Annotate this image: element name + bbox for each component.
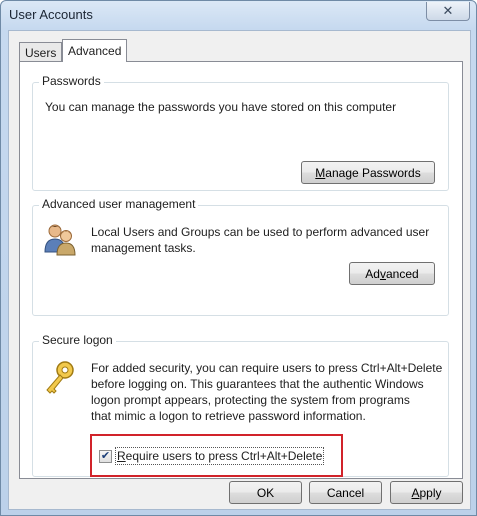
manage-passwords-mnemonic: M <box>315 165 326 180</box>
secure-logon-line-2: before logging on. This guarantees that … <box>91 377 424 391</box>
key-icon <box>43 360 77 394</box>
users-group-icon <box>43 222 77 256</box>
ok-button-label: OK <box>256 485 275 500</box>
cancel-button[interactable]: Cancel <box>309 481 382 504</box>
manage-passwords-label: anage Passwords <box>325 165 421 180</box>
apply-mnemonic: A <box>411 485 420 500</box>
require-ctrl-alt-delete-label[interactable]: Require users to press Ctrl+Alt+Delete <box>114 447 325 465</box>
manage-passwords-button[interactable]: Manage Passwords <box>301 161 435 184</box>
advanced-button[interactable]: Ad v anced <box>349 262 435 285</box>
passwords-group-title: Passwords <box>39 74 104 88</box>
window-title: User Accounts <box>9 7 93 22</box>
checkbox-label-text: equire users to press Ctrl+Alt+Delete <box>125 449 323 463</box>
close-icon: ✕ <box>442 3 454 18</box>
user-accounts-window: User Accounts ✕ Users Advanced Passwords… <box>0 0 477 516</box>
advanced-user-management-group: Advanced user management Local Users and… <box>32 197 449 316</box>
tab-advanced[interactable]: Advanced <box>62 39 128 62</box>
secure-logon-line-4: that mimic a logon to retrieve password … <box>91 409 366 423</box>
secure-logon-line-3: logon prompt appears, protecting the sys… <box>91 393 410 407</box>
tab-users[interactable]: Users <box>19 42 63 61</box>
checkmark-icon: ✔ <box>100 450 111 462</box>
require-ctrl-alt-delete-checkbox[interactable]: ✔ <box>99 450 112 463</box>
passwords-description: You can manage the passwords you have st… <box>45 100 397 114</box>
advanced-description-line1: Local Users and Groups can be used to pe… <box>91 225 430 239</box>
tab-advanced-label: Advanced <box>68 44 122 58</box>
secure-logon-line-1: For added security, you can require user… <box>91 361 443 375</box>
close-button[interactable]: ✕ <box>426 2 470 21</box>
passwords-group: Passwords You can manage the passwords y… <box>32 74 449 191</box>
checkbox-mnemonic: R <box>117 449 126 463</box>
tab-users-label: Users <box>25 46 57 60</box>
dialog-client-area: Users Advanced Passwords You can manage … <box>8 30 471 510</box>
secure-logon-group-title: Secure logon <box>39 333 116 347</box>
advanced-tab-panel: Passwords You can manage the passwords y… <box>19 61 463 479</box>
advanced-description-line2: management tasks. <box>91 241 196 255</box>
advanced-label-post: anced <box>385 266 419 281</box>
apply-button-label: pply <box>419 485 442 500</box>
title-bar[interactable]: User Accounts ✕ <box>1 1 476 29</box>
advanced-group-title: Advanced user management <box>39 197 199 211</box>
ok-button[interactable]: OK <box>229 481 302 504</box>
cancel-button-label: Cancel <box>326 485 365 500</box>
advanced-label-pre: Ad <box>365 266 380 281</box>
apply-button[interactable]: Apply <box>390 481 463 504</box>
